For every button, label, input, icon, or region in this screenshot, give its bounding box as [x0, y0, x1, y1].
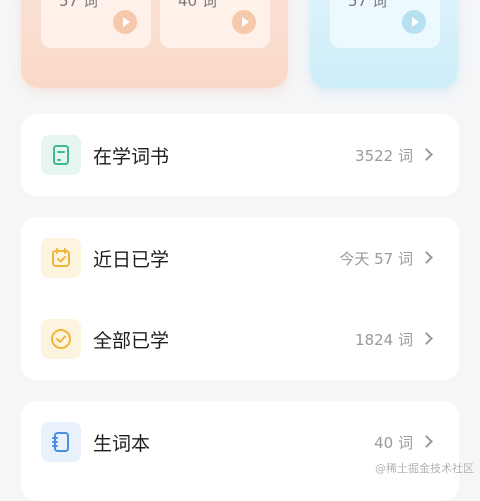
- play-icon[interactable]: [232, 10, 256, 34]
- chevron-right-icon: [420, 435, 433, 448]
- row-value: 今天 57 词: [339, 250, 413, 268]
- play-icon[interactable]: [402, 10, 426, 34]
- check-circle-icon: [41, 319, 81, 359]
- row-value: 3522 词: [355, 147, 413, 165]
- review-panel-blue: 57 词: [310, 0, 458, 88]
- review-panel-peach: 57 词 40 词: [21, 0, 288, 88]
- row-label: 全部已学: [93, 330, 170, 352]
- chevron-right-icon: [420, 148, 433, 161]
- row-label: 近日已学: [93, 249, 170, 271]
- chevron-right-icon: [420, 332, 433, 345]
- word-count: 57 词: [348, 0, 387, 10]
- row-label: 生词本: [93, 433, 151, 455]
- row-value: 1824 词: [355, 331, 413, 349]
- study-card[interactable]: 40 词: [160, 0, 270, 48]
- learned-card: 近日已学 今天 57 词 全部已学 1824 词: [21, 217, 459, 380]
- play-icon[interactable]: [113, 10, 137, 34]
- calendar-check-icon: [41, 238, 81, 278]
- all-learned-row[interactable]: 全部已学 1824 词: [21, 298, 459, 380]
- study-card[interactable]: 57 词: [41, 0, 151, 48]
- current-book-row[interactable]: 在学词书 3522 词: [21, 114, 459, 196]
- recent-learned-row[interactable]: 近日已学 今天 57 词: [21, 217, 459, 299]
- row-value: 40 词: [374, 434, 413, 452]
- current-book-card: 在学词书 3522 词: [21, 114, 459, 196]
- study-card[interactable]: 57 词: [330, 0, 440, 48]
- chevron-right-icon: [420, 251, 433, 264]
- book-icon: [41, 135, 81, 175]
- word-count: 57 词: [59, 0, 98, 10]
- row-label: 在学词书: [93, 146, 170, 168]
- watermark: @稀土掘金技术社区: [375, 462, 474, 475]
- vocab-notebook-card: 生词本 40 词: [21, 401, 459, 501]
- word-count: 40 词: [178, 0, 217, 10]
- notebook-icon: [41, 422, 81, 462]
